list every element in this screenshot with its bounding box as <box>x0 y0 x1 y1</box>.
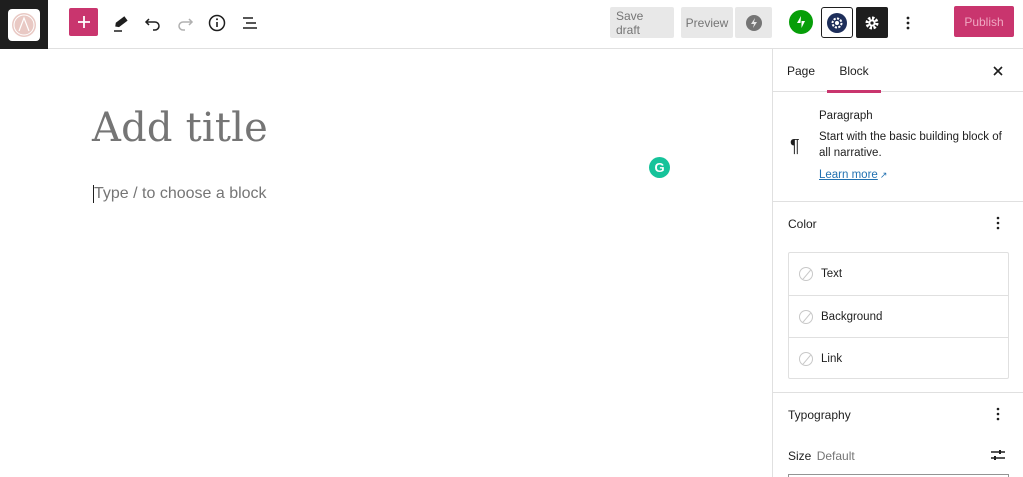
post-title-input[interactable]: Add title <box>92 105 268 151</box>
save-draft-button[interactable]: Save draft <box>610 7 674 38</box>
pencil-icon <box>114 16 128 32</box>
sidebar-tabs: Page Block <box>773 49 1023 93</box>
jetpack-button[interactable] <box>789 10 813 34</box>
redo-icon <box>178 18 194 31</box>
panel-divider <box>773 392 1023 393</box>
list-view-icon <box>243 17 257 29</box>
settings-sidebar: Page Block ¶ Paragraph Start with the ba… <box>772 49 1023 477</box>
block-settings-toggle[interactable] <box>821 7 853 38</box>
block-card: ¶ Paragraph Start with the basic buildin… <box>773 92 1023 202</box>
info-icon <box>208 14 226 32</box>
color-item-link[interactable]: Link <box>789 337 1008 379</box>
color-item-background[interactable]: Background <box>789 295 1008 337</box>
empty-swatch-icon <box>799 351 813 366</box>
undo-button[interactable] <box>139 8 167 38</box>
block-card-description: Start with the basic building block of a… <box>819 131 1002 159</box>
editor-canvas[interactable]: Add title Type / to choose a block G <box>0 49 772 477</box>
color-item-text[interactable]: Text <box>789 253 1008 295</box>
learn-more-link[interactable]: Learn more ↗ <box>819 169 887 181</box>
color-options-button[interactable] <box>986 213 1010 233</box>
list-view-button[interactable] <box>236 8 264 38</box>
site-icon <box>8 8 40 41</box>
preview-button[interactable]: Preview <box>681 7 733 38</box>
tab-block[interactable]: Block <box>827 49 881 93</box>
publish-button[interactable]: Publish <box>954 6 1014 37</box>
more-vertical-icon <box>906 16 910 30</box>
settings-sliders-icon <box>991 450 1005 460</box>
settings-button[interactable] <box>856 7 888 38</box>
font-size-value: Default <box>816 449 855 463</box>
external-link-icon: ↗ <box>879 170 888 180</box>
font-size-label: Size Default <box>788 449 855 463</box>
details-button[interactable] <box>203 8 231 38</box>
empty-swatch-icon <box>799 267 813 281</box>
custom-size-button[interactable] <box>988 445 1008 465</box>
tools-button[interactable] <box>107 8 135 38</box>
color-settings-list: Text Background Link <box>788 252 1009 379</box>
site-logo[interactable] <box>0 0 48 49</box>
jetpack-icon <box>797 16 805 28</box>
paragraph-icon: ¶ <box>790 136 800 156</box>
block-card-title: Paragraph <box>819 110 873 122</box>
add-block-button[interactable] <box>69 8 98 36</box>
more-vertical-icon <box>996 216 1000 230</box>
empty-swatch-icon <box>799 309 813 324</box>
redo-button[interactable] <box>171 8 199 38</box>
typography-panel-title: Typography <box>788 408 851 422</box>
more-vertical-icon <box>996 407 1000 421</box>
jetpack-bolt-icon <box>745 14 762 31</box>
close-sidebar-button[interactable] <box>988 61 1008 81</box>
options-button[interactable] <box>896 8 920 38</box>
color-panel-title: Color <box>788 217 817 231</box>
grammarly-icon[interactable]: G <box>649 157 670 178</box>
block-settings-icon <box>827 12 847 33</box>
undo-icon <box>144 18 160 31</box>
close-icon <box>993 66 1003 76</box>
gear-icon <box>865 16 879 29</box>
tab-page[interactable]: Page <box>787 49 815 92</box>
editor-header: Save draft Preview Publish <box>0 0 1023 49</box>
plus-icon <box>77 16 90 28</box>
jetpack-boost-button[interactable] <box>735 7 772 38</box>
paragraph-block-input[interactable]: Type / to choose a block <box>94 185 267 203</box>
typography-options-button[interactable] <box>986 404 1010 424</box>
